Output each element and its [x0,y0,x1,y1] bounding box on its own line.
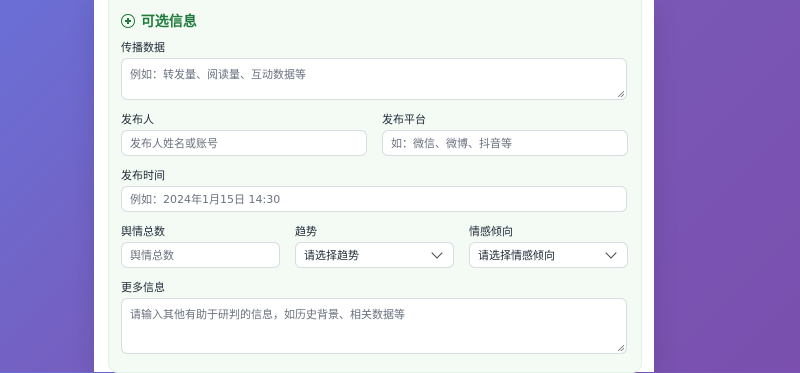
publish-time-input[interactable]: 例如：2024年1月15日 14:30 [121,186,627,212]
more-info-textarea[interactable]: 请输入其他有助于研判的信息，如历史背景、相关数据等 [121,298,627,354]
publisher-placeholder: 发布人姓名或账号 [130,137,218,150]
platform-label: 发布平台 [382,113,426,126]
optional-info-section: 可选信息 传播数据 例如：转发量、阅读量、互动数据等 发布人 发布人姓名或账号 … [108,0,642,373]
more-info-label: 更多信息 [121,281,165,294]
plus-circle-icon [121,14,135,28]
sentiment-count-label: 舆情总数 [121,225,165,238]
resize-handle-icon[interactable] [618,345,624,351]
more-info-placeholder: 请输入其他有助于研判的信息，如历史背景、相关数据等 [130,308,405,321]
trend-label: 趋势 [295,225,317,238]
publish-time-placeholder: 例如：2024年1月15日 14:30 [130,193,281,206]
section-title: 可选信息 [121,11,197,31]
spread-data-placeholder: 例如：转发量、阅读量、互动数据等 [130,68,306,81]
trend-selected-value: 请选择趋势 [304,249,359,262]
platform-placeholder: 如：微信、微博、抖音等 [391,137,512,150]
emotion-label: 情感倾向 [469,225,513,238]
section-title-text: 可选信息 [141,14,197,30]
sentiment-count-input[interactable]: 舆情总数 [121,242,280,268]
spread-data-label: 传播数据 [121,41,165,54]
form-card: 可选信息 传播数据 例如：转发量、阅读量、互动数据等 发布人 发布人姓名或账号 … [94,0,654,373]
chevron-down-icon [431,247,443,259]
sentiment-count-placeholder: 舆情总数 [130,249,174,262]
trend-select[interactable]: 请选择趋势 [295,242,454,268]
platform-input[interactable]: 如：微信、微博、抖音等 [382,130,628,156]
chevron-down-icon [605,247,617,259]
publisher-label: 发布人 [121,113,154,126]
publish-time-label: 发布时间 [121,169,165,182]
resize-handle-icon[interactable] [618,91,624,97]
emotion-selected-value: 请选择情感倾向 [478,249,555,262]
emotion-select[interactable]: 请选择情感倾向 [469,242,628,268]
spread-data-textarea[interactable]: 例如：转发量、阅读量、互动数据等 [121,58,627,100]
publisher-input[interactable]: 发布人姓名或账号 [121,130,367,156]
